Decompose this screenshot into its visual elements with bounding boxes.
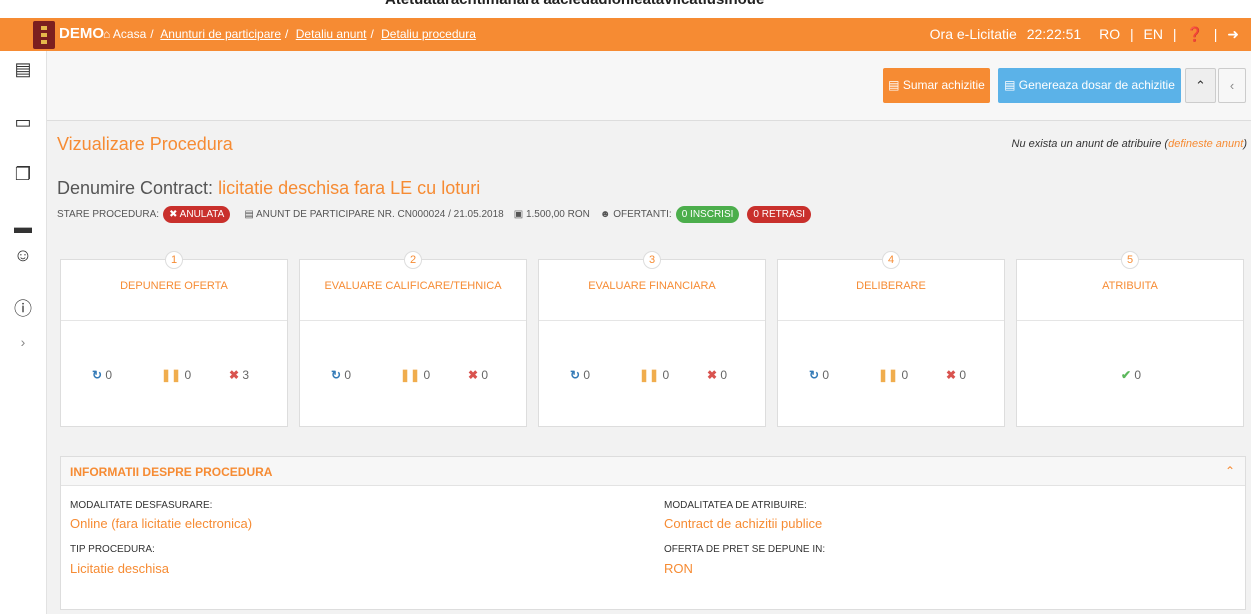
atribuire-label: MODALITATEA DE ATRIBUIRE: — [664, 500, 807, 511]
info-panel-header[interactable]: INFORMATII DESPRE PROCEDURA ⌃ — [61, 457, 1245, 486]
sidebar: ▤ ▭ ❐ ▬ ☺ ⓘ › — [0, 51, 47, 614]
document-icon[interactable]: ▤ — [12, 58, 34, 80]
collapse-up-button[interactable]: ⌃ — [1185, 68, 1216, 103]
pause-icon: ❚❚ — [878, 368, 899, 382]
step-card[interactable]: 4 DELIBERARE ↻ 0 ❚❚ 0 ✖ 0 — [777, 251, 1005, 427]
defineste-anunt-link[interactable]: defineste anunt — [1168, 138, 1243, 150]
top-strip-text: Atetuatarachtimanara aaciedadionleatavii… — [385, 0, 764, 8]
inscrisi-badge[interactable]: 0 INSCRISI — [675, 206, 740, 223]
export-icon[interactable]: ▭ — [12, 111, 34, 133]
logout-icon[interactable]: ➜ — [1227, 26, 1239, 42]
step-card[interactable]: 2 EVALUARE CALIFICARE/TEHNICA ↻ 0 ❚❚ 0 ✖… — [299, 251, 527, 427]
top-strip: Atetuatarachtimanara aaciedadionleatavii… — [0, 0, 1251, 18]
breadcrumb-detaliu-procedura[interactable]: Detaliu procedura — [381, 27, 476, 41]
refresh-icon: ↻ — [92, 368, 103, 382]
collapse-left-button[interactable]: ‹ — [1218, 68, 1246, 103]
cancel-icon: ✖ — [229, 368, 240, 382]
contract-name: Denumire Contract: licitatie deschisa fa… — [57, 178, 481, 198]
step-card[interactable]: 5 ATRIBUITA ✔ 0 — [1016, 251, 1244, 427]
cancel-icon: ✖ — [946, 368, 957, 382]
page-title: Vizualizare Procedura — [57, 134, 233, 154]
sumar-achizitie-button[interactable]: ▤ Sumar achizitie — [883, 68, 990, 103]
time-label: Ora e-Licitatie — [929, 26, 1017, 42]
stare-label: STARE PROCEDURA: — [57, 209, 160, 220]
breadcrumb-detaliu-anunt[interactable]: Detaliu anunt — [296, 27, 367, 41]
atribuire-value: Contract de achizitii publice — [664, 516, 823, 531]
retrasi-badge[interactable]: 0 RETRASI — [747, 206, 812, 223]
alert-icon[interactable]: ⓘ — [12, 298, 34, 320]
main-content: ▤ Sumar achizitie ▤ Genereaza dosar de a… — [47, 51, 1251, 614]
pause-icon: ❚❚ — [639, 368, 660, 382]
procedure-meta: STARE PROCEDURA: ✖ ANULATA ▤ ANUNT DE PA… — [57, 206, 815, 223]
copy-icon[interactable]: ❐ — [12, 163, 34, 185]
genereaza-dosar-button[interactable]: ▤ Genereaza dosar de achizitie — [998, 68, 1181, 103]
header-right: Ora e-Licitatie 22:22:51 RO | EN | ❓ | ➜ — [929, 26, 1239, 42]
help-icon[interactable]: ❓ — [1186, 26, 1203, 42]
time-value: 22:22:51 — [1026, 26, 1082, 42]
step-title: DELIBERARE — [856, 280, 926, 292]
breadcrumb-home[interactable]: Acasa — [113, 27, 146, 41]
step-title: EVALUARE FINANCIARA — [588, 280, 716, 292]
chevron-left-icon: ‹ — [1229, 78, 1235, 93]
logo[interactable] — [33, 21, 55, 49]
info-panel-title: INFORMATII DESPRE PROCEDURA — [70, 465, 273, 479]
cancel-icon: ✖ — [707, 368, 718, 382]
refresh-icon: ↻ — [331, 368, 342, 382]
brand-label[interactable]: DEMO — [59, 25, 104, 42]
modalitate-label: MODALITATE DESFASURARE: — [70, 500, 213, 511]
contract-value: licitatie deschisa fara LE cu loturi — [218, 178, 481, 198]
ofertanti-label: ☻ OFERTANTI: — [599, 209, 672, 220]
tip-value: Licitatie deschisa — [70, 561, 169, 576]
cancel-icon: ✖ — [468, 368, 479, 382]
refresh-icon: ↻ — [809, 368, 820, 382]
home-icon[interactable]: ⌂ — [103, 27, 110, 41]
no-anunt-note: Nu exista un anunt de atribuire (defines… — [1011, 138, 1247, 150]
top-navbar: DEMO ⌂ Acasa / Anunturi de participare / D… — [0, 18, 1251, 51]
breadcrumb-anunturi[interactable]: Anunturi de participare — [160, 27, 281, 41]
step-card[interactable]: 3 EVALUARE FINANCIARA ↻ 0 ❚❚ 0 ✖ 0 — [538, 251, 766, 427]
chevron-up-icon[interactable]: ⌃ — [1225, 464, 1235, 478]
lang-en[interactable]: EN — [1144, 26, 1163, 42]
anunt-info: ▤ ANUNT DE PARTICIPARE NR. CN000024 / 21… — [244, 209, 504, 220]
procedure-steps: 1 DEPUNERE OFERTA ↻ 0 ❚❚ 0 ✖ 3 2 EVALUAR… — [60, 251, 1244, 429]
lang-ro[interactable]: RO — [1099, 26, 1120, 42]
valoare-info: ▣ 1.500,00 RON — [513, 209, 590, 220]
status-badge: ✖ ANULATA — [163, 206, 231, 223]
clipboard-icon[interactable]: ▬ — [12, 216, 34, 238]
step-card[interactable]: 1 DEPUNERE OFERTA ↻ 0 ❚❚ 0 ✖ 3 — [60, 251, 288, 427]
pause-icon: ❚❚ — [400, 368, 421, 382]
chevron-up-icon: ⌃ — [1195, 78, 1206, 93]
info-panel: INFORMATII DESPRE PROCEDURA ⌃ MODALITATE… — [60, 456, 1246, 610]
toolbar: ▤ Sumar achizitie ▤ Genereaza dosar de a… — [47, 51, 1251, 121]
step-title: DEPUNERE OFERTA — [120, 280, 228, 292]
chevron-right-icon[interactable]: › — [12, 331, 34, 353]
check-icon: ✔ — [1121, 368, 1132, 382]
modalitate-value: Online (fara licitatie electronica) — [70, 516, 253, 531]
tip-label: TIP PROCEDURA: — [70, 544, 155, 555]
oferta-value: RON — [664, 561, 693, 576]
step-title: ATRIBUITA — [1102, 280, 1158, 292]
pause-icon: ❚❚ — [161, 368, 182, 382]
step-title: EVALUARE CALIFICARE/TEHNICA — [324, 280, 502, 292]
user-icon[interactable]: ☺ — [12, 244, 34, 266]
breadcrumb: ⌂ Acasa / Anunturi de participare / Detali… — [103, 27, 476, 41]
refresh-icon: ↻ — [570, 368, 581, 382]
oferta-label: OFERTA DE PRET SE DEPUNE IN: — [664, 544, 826, 555]
